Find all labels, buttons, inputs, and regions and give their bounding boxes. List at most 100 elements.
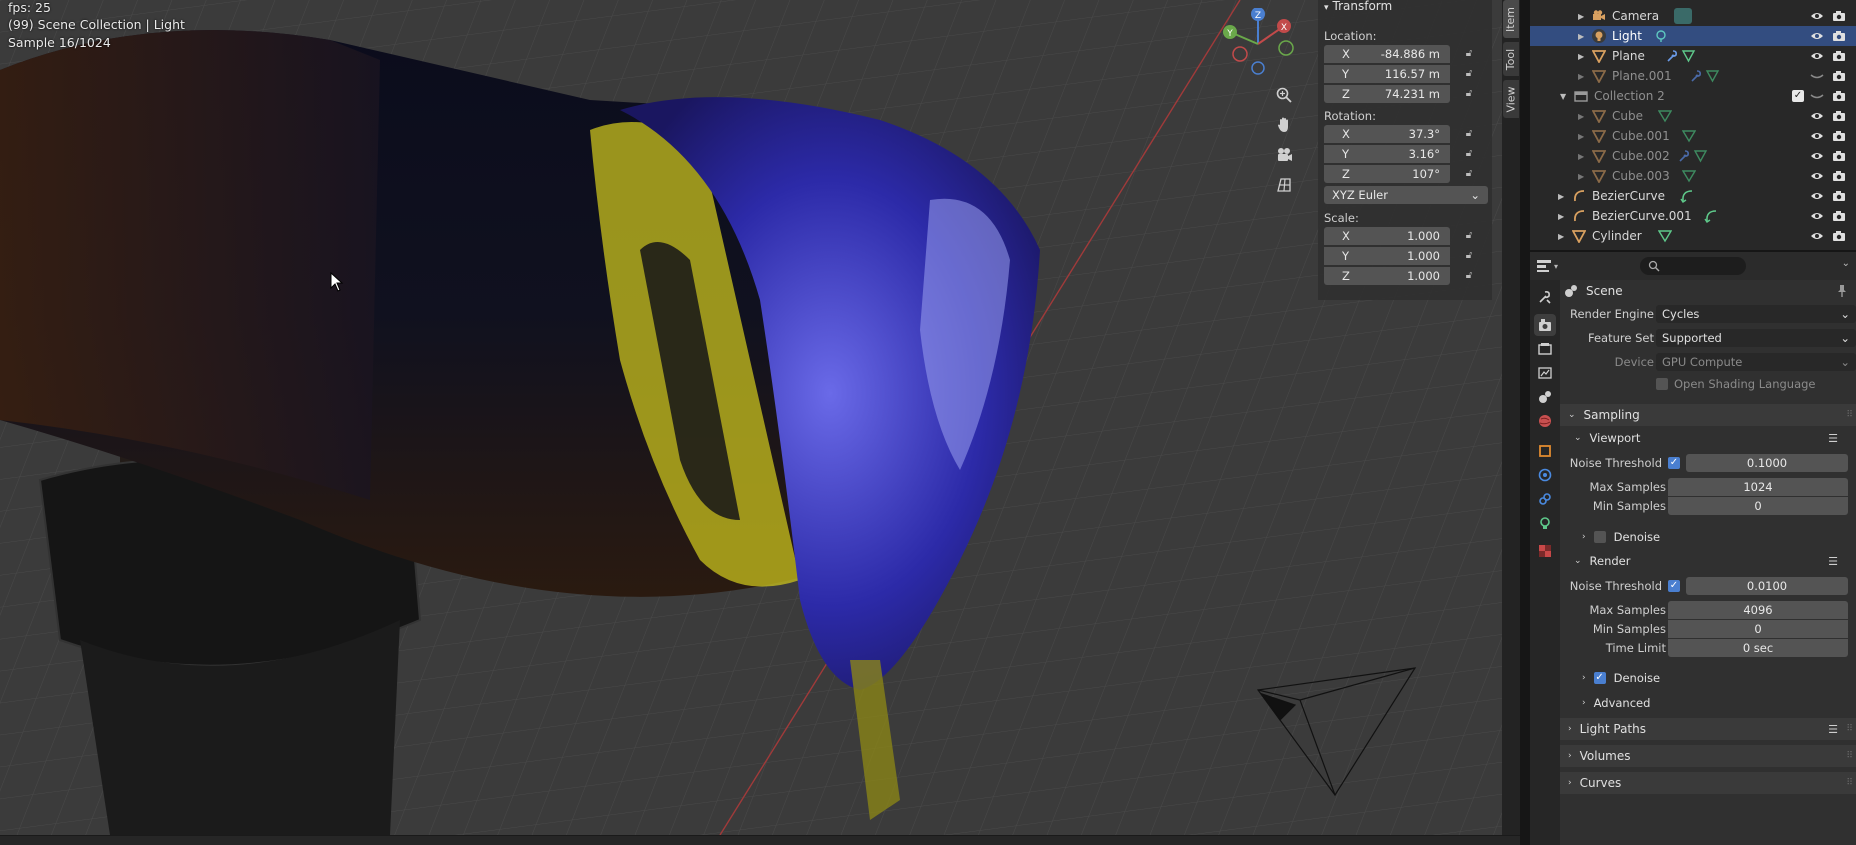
- eye-icon[interactable]: [1810, 189, 1824, 203]
- outliner-item-cylinder[interactable]: ▶ Cylinder: [1530, 226, 1856, 246]
- viewport-noise-field[interactable]: 0.1000: [1686, 454, 1848, 472]
- scale-x-field[interactable]: X 1.000: [1324, 226, 1450, 245]
- transform-panel-header[interactable]: ▾ Transform: [1318, 0, 1492, 14]
- drag-grip-icon[interactable]: ⠿: [1846, 724, 1853, 734]
- tab-item[interactable]: Item: [1503, 0, 1519, 38]
- lock-icon[interactable]: 🔓︎: [1458, 270, 1480, 281]
- rotation-x-field[interactable]: X 37.3°: [1324, 124, 1450, 143]
- location-y-field[interactable]: Y 116.57 m: [1324, 64, 1450, 83]
- tab-object[interactable]: [1534, 440, 1556, 462]
- curves-panel-header[interactable]: › Curves ⠿: [1560, 772, 1856, 794]
- sampling-panel-header[interactable]: ⌄ Sampling ⠿: [1560, 404, 1856, 426]
- lock-icon[interactable]: 🔓︎: [1458, 168, 1480, 179]
- scale-z-field[interactable]: Z 1.000: [1324, 266, 1450, 285]
- advanced-subpanel[interactable]: › Advanced: [1582, 693, 1856, 713]
- lock-icon[interactable]: 🔓︎: [1458, 250, 1480, 261]
- navigation-gizmo[interactable]: Z X Y: [1218, 8, 1298, 78]
- device-select[interactable]: GPU Compute ⌄: [1656, 353, 1856, 371]
- rotation-z-field[interactable]: Z 107°: [1324, 164, 1450, 183]
- tab-object-data[interactable]: [1534, 512, 1556, 534]
- eye-icon[interactable]: [1810, 169, 1824, 183]
- render-camera-icon[interactable]: [1832, 69, 1846, 83]
- tab-output[interactable]: [1534, 338, 1556, 360]
- eye-icon[interactable]: [1810, 129, 1824, 143]
- render-camera-icon[interactable]: [1832, 89, 1846, 103]
- zoom-button[interactable]: [1270, 81, 1298, 109]
- tab-constraints[interactable]: [1534, 488, 1556, 510]
- outliner-item-cube-003[interactable]: ▶ Cube.003: [1530, 166, 1856, 186]
- list-icon[interactable]: ☰: [1828, 555, 1838, 568]
- tab-physics[interactable]: [1534, 464, 1556, 486]
- properties-search-input[interactable]: [1640, 257, 1746, 275]
- render-min-field[interactable]: 0: [1668, 620, 1848, 638]
- rotation-mode-select[interactable]: XYZ Euler ⌄: [1324, 186, 1488, 204]
- eye-icon[interactable]: [1810, 229, 1824, 243]
- render-camera-icon[interactable]: [1832, 189, 1846, 203]
- tab-tool[interactable]: [1534, 286, 1556, 308]
- render-camera-icon[interactable]: [1832, 49, 1846, 63]
- list-icon[interactable]: ☰: [1828, 432, 1838, 445]
- outliner-item-camera[interactable]: ▶ Camera: [1530, 6, 1856, 26]
- outliner-item-plane-001[interactable]: ▶ Plane.001: [1530, 66, 1856, 86]
- render-camera-icon[interactable]: [1832, 129, 1846, 143]
- tab-view[interactable]: View: [1503, 80, 1519, 118]
- viewport-noise-checkbox[interactable]: ✓: [1668, 457, 1680, 469]
- volumes-panel-header[interactable]: › Volumes ⠿: [1560, 745, 1856, 767]
- eye-closed-icon[interactable]: [1810, 69, 1824, 83]
- eye-closed-icon[interactable]: [1810, 89, 1824, 103]
- outliner-item-collection-2[interactable]: ▼ Collection 2 ✓: [1530, 86, 1856, 106]
- render-engine-select[interactable]: Cycles ⌄: [1656, 305, 1856, 323]
- outliner-item-cube-001[interactable]: ▶ Cube.001: [1530, 126, 1856, 146]
- pan-button[interactable]: [1270, 111, 1298, 139]
- editor-type-button[interactable]: ▾: [1536, 257, 1562, 275]
- pin-icon[interactable]: [1836, 284, 1848, 298]
- tab-tool[interactable]: Tool: [1503, 42, 1519, 76]
- render-camera-icon[interactable]: [1832, 209, 1846, 223]
- location-z-field[interactable]: Z 74.231 m: [1324, 84, 1450, 103]
- render-camera-icon[interactable]: [1832, 169, 1846, 183]
- collection-checkbox[interactable]: ✓: [1792, 90, 1804, 102]
- viewport-denoise-checkbox[interactable]: [1593, 531, 1606, 543]
- 3d-viewport[interactable]: fps: 25 (99) Scene Collection | Light Sa…: [0, 0, 1508, 835]
- lock-icon[interactable]: 🔓︎: [1458, 48, 1480, 59]
- lock-icon[interactable]: 🔓︎: [1458, 88, 1480, 99]
- outliner-item-beziercurve-001[interactable]: ▶ BezierCurve.001: [1530, 206, 1856, 226]
- eye-icon[interactable]: [1810, 149, 1824, 163]
- viewport-denoise-subpanel[interactable]: › Denoise: [1582, 527, 1856, 547]
- render-camera-icon[interactable]: [1832, 29, 1846, 43]
- osl-checkbox[interactable]: [1656, 378, 1668, 390]
- render-time-field[interactable]: 0 sec: [1668, 639, 1848, 657]
- drag-grip-icon[interactable]: ⠿: [1846, 751, 1853, 761]
- lock-icon[interactable]: 🔓︎: [1458, 68, 1480, 79]
- eye-icon[interactable]: [1810, 209, 1824, 223]
- tab-view-layer[interactable]: [1534, 362, 1556, 384]
- outliner-item-cube[interactable]: ▶ Cube: [1530, 106, 1856, 126]
- scale-y-field[interactable]: Y 1.000: [1324, 246, 1450, 265]
- render-camera-icon[interactable]: [1832, 9, 1846, 23]
- tab-render[interactable]: [1534, 314, 1556, 336]
- eye-icon[interactable]: [1810, 49, 1824, 63]
- outliner-item-plane[interactable]: ▶ Plane: [1530, 46, 1856, 66]
- camera-view-button[interactable]: [1270, 141, 1298, 169]
- eye-icon[interactable]: [1810, 29, 1824, 43]
- outliner-item-cube-002[interactable]: ▶ Cube.002: [1530, 146, 1856, 166]
- viewport-subpanel-header[interactable]: ⌄ Viewport ☰: [1574, 428, 1856, 448]
- render-camera-icon[interactable]: [1832, 109, 1846, 123]
- light-paths-panel-header[interactable]: › Light Paths ☰ ⠿: [1560, 718, 1856, 740]
- render-noise-field[interactable]: 0.0100: [1686, 577, 1848, 595]
- render-camera-icon[interactable]: [1832, 229, 1846, 243]
- viewport-max-field[interactable]: 1024: [1668, 478, 1848, 496]
- render-denoise-checkbox[interactable]: ✓: [1593, 672, 1606, 684]
- render-denoise-subpanel[interactable]: › ✓ Denoise: [1582, 668, 1856, 688]
- chevron-down-icon[interactable]: ⌄: [1842, 258, 1850, 269]
- list-icon[interactable]: ☰: [1828, 723, 1838, 736]
- drag-grip-icon[interactable]: ⠿: [1846, 778, 1853, 788]
- render-max-field[interactable]: 4096: [1668, 601, 1848, 619]
- tab-world[interactable]: [1534, 410, 1556, 432]
- outliner-item-beziercurve[interactable]: ▶ BezierCurve: [1530, 186, 1856, 206]
- rotation-y-field[interactable]: Y 3.16°: [1324, 144, 1450, 163]
- ortho-toggle-button[interactable]: [1270, 171, 1298, 199]
- viewport-min-field[interactable]: 0: [1668, 497, 1848, 515]
- outliner-item-light[interactable]: ▶ Light: [1530, 26, 1856, 46]
- eye-icon[interactable]: [1810, 109, 1824, 123]
